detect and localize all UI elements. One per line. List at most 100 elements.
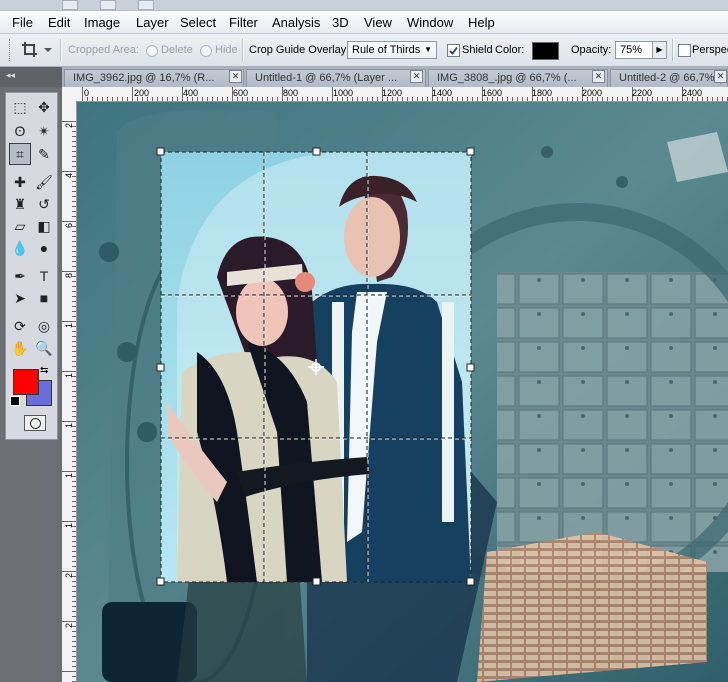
ruler-label: 600 (233, 88, 249, 98)
pen-icon[interactable]: ✒ (9, 265, 31, 287)
close-icon[interactable]: ✕ (714, 70, 727, 83)
lasso-icon[interactable]: ʘ (9, 120, 31, 142)
close-icon[interactable]: ✕ (592, 70, 605, 83)
tab-untitled-2[interactable]: Untitled-2 @ 66,7% (L (610, 69, 728, 87)
menu-layer[interactable]: Layer (136, 15, 169, 30)
ruler-label: 1800 (532, 88, 553, 98)
3d-rotate-icon[interactable]: ⟳ (9, 315, 31, 337)
cropped-area-label: Cropped Area: (68, 44, 139, 56)
history-brush-icon[interactable]: ↺ (33, 193, 55, 215)
title-strip (0, 0, 728, 11)
ruler-label: 4 (64, 173, 74, 179)
menu-image[interactable]: Image (84, 15, 120, 30)
tab-label: Untitled-1 @ 66,7% (Layer ... (255, 72, 398, 84)
tab-label: IMG_3962.jpg @ 16,7% (R... (73, 72, 215, 84)
zoom-icon[interactable]: 🔍 (33, 337, 55, 359)
ruler-label: 1 (64, 323, 74, 329)
overlay-select[interactable]: Rule of Thirds ▼ (347, 41, 437, 59)
menu-file[interactable]: File (12, 15, 33, 30)
shield-color-swatch[interactable] (532, 42, 559, 60)
chevron-down-icon: ▼ (424, 45, 432, 54)
opacity-input[interactable]: 75% ▶ (615, 41, 667, 59)
paint-bucket-icon[interactable]: ◧ (33, 215, 55, 237)
ruler-label: 1 (64, 473, 74, 479)
close-icon[interactable]: ✕ (410, 70, 423, 83)
perspective-checkbox[interactable] (678, 44, 691, 57)
collapse-arrows-icon[interactable]: ◂◂ (6, 70, 15, 81)
healing-brush-icon[interactable]: ✚ (9, 171, 31, 193)
opacity-value: 75% (620, 44, 643, 56)
app-button[interactable] (138, 0, 154, 10)
menu-bar: File Edit Image Layer Select Filter Anal… (0, 11, 728, 34)
dodge-icon[interactable]: ● (33, 237, 55, 259)
ruler-label: 1 (64, 523, 74, 529)
menu-analysis[interactable]: Analysis (272, 15, 320, 30)
tab-label: Untitled-2 @ 66,7% (L (619, 72, 728, 84)
eyedropper-icon[interactable]: ✎ (33, 143, 55, 165)
path-selection-icon[interactable]: ➤ (9, 287, 31, 309)
tab-img-3962[interactable]: IMG_3962.jpg @ 16,7% (R... (64, 69, 244, 87)
ruler-label: 2200 (632, 88, 653, 98)
shield-checkbox[interactable] (447, 44, 460, 57)
hide-label: Hide (215, 44, 238, 56)
options-bar: Cropped Area: Delete Hide Crop Guide Ove… (0, 34, 728, 67)
vertical-ruler[interactable]: 2 4 6 8 1 1 1 1 1 2 2 (62, 101, 77, 682)
opacity-slider-arrow-icon[interactable]: ▶ (652, 42, 666, 58)
ruler-label: 0 (84, 88, 90, 98)
magic-wand-icon[interactable]: ✴ (33, 120, 55, 142)
3d-orbit-icon[interactable]: ◎ (33, 315, 55, 337)
clone-stamp-icon[interactable]: ♜ (9, 193, 31, 215)
ruler-label: 400 (183, 88, 199, 98)
menu-help[interactable]: Help (468, 15, 495, 30)
hand-icon[interactable]: ✋ (9, 337, 31, 359)
ruler-label: 1 (64, 373, 74, 379)
ruler-label: 2 (64, 123, 74, 129)
crop-icon[interactable]: ⌗ (9, 143, 31, 165)
eraser-icon[interactable]: ▱ (9, 215, 31, 237)
delete-label: Delete (161, 44, 193, 56)
menu-view[interactable]: View (364, 15, 392, 30)
swap-colors-icon[interactable]: ⇆ (40, 365, 48, 376)
menu-select[interactable]: Select (180, 15, 216, 30)
rectangle-shape-icon[interactable]: ■ (33, 287, 55, 309)
default-colors-icon[interactable] (10, 396, 20, 406)
menu-edit[interactable]: Edit (48, 15, 70, 30)
ruler-label: 2000 (582, 88, 603, 98)
ruler-label: 2 (64, 573, 74, 579)
delete-radio[interactable] (146, 45, 158, 57)
app-button[interactable] (62, 0, 78, 10)
type-icon[interactable]: T (33, 265, 55, 287)
close-icon[interactable]: ✕ (229, 70, 242, 83)
document-canvas[interactable] (77, 102, 728, 682)
ruler-label: 2 (64, 623, 74, 629)
move-icon[interactable]: ✥ (33, 96, 55, 118)
menu-window[interactable]: Window (407, 15, 453, 30)
tool-preset-picker[interactable] (20, 40, 56, 60)
foreground-color-swatch[interactable] (13, 369, 39, 395)
menu-3d[interactable]: 3D (332, 15, 349, 30)
ruler-label: 8 (64, 273, 74, 279)
menu-filter[interactable]: Filter (229, 15, 258, 30)
brush-icon[interactable]: 🖌 (33, 171, 55, 193)
tab-untitled-1[interactable]: Untitled-1 @ 66,7% (Layer ... (246, 69, 426, 87)
ruler-label: 1200 (382, 88, 403, 98)
panel-collapse-strip: ◂◂ (0, 67, 62, 87)
hide-radio[interactable] (200, 45, 212, 57)
grip-handle[interactable] (6, 37, 16, 63)
ruler-label: 2400 (682, 88, 703, 98)
marquee-icon[interactable]: ⬚ (9, 96, 31, 118)
tools-box: ⬚ ✥ ʘ ✴ ⌗ ✎ ✚ 🖌 ♜ ↺ ▱ ◧ 💧 ● ✒ T ➤ ■ ⟳ ◎ … (5, 92, 58, 440)
app-button[interactable] (100, 0, 116, 10)
horizontal-ruler[interactable]: 0 200 400 600 800 1000 1200 1400 1600 18… (62, 87, 728, 102)
overlay-label: Crop Guide Overlay: (249, 44, 350, 56)
ruler-label: 1600 (482, 88, 503, 98)
ruler-label: 800 (283, 88, 299, 98)
separator (60, 39, 62, 61)
tab-img-3808[interactable]: IMG_3808_.jpg @ 66,7% (... (428, 69, 608, 87)
quick-mask-icon[interactable] (24, 415, 46, 431)
overlay-value: Rule of Thirds (352, 44, 421, 56)
document-tab-bar: ◂◂ IMG_3962.jpg @ 16,7% (R... ✕ Untitled… (0, 67, 728, 87)
separator (672, 39, 674, 61)
blur-icon[interactable]: 💧 (9, 237, 31, 259)
ruler-label: 200 (134, 88, 150, 98)
